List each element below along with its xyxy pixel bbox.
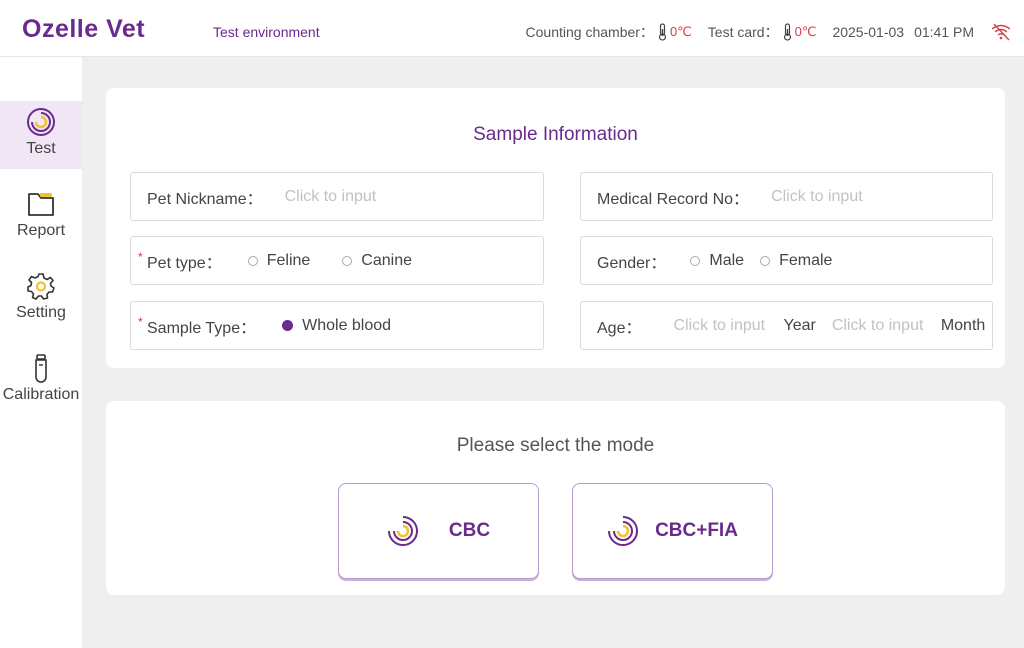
section-title: Sample Information [473, 124, 638, 145]
pet-nickname-input[interactable] [284, 187, 525, 206]
medical-record-field: Medical Record No： [580, 172, 993, 221]
current-date: 2025-01-03 [832, 24, 905, 40]
sidebar-item-calibration[interactable]: Calibration [0, 347, 82, 415]
gender-label: Gender： [597, 254, 667, 272]
pet-type-label: Pet type： [147, 254, 222, 272]
radio-label: Feline [266, 251, 311, 269]
sidebar-item-label: Setting [16, 304, 66, 321]
test-card-temp: 0℃ [794, 24, 817, 39]
sidebar-item-setting[interactable]: Setting [0, 265, 82, 333]
medical-record-input[interactable] [771, 187, 992, 206]
cbc-fia-ring-icon [607, 515, 639, 547]
mode-title: Please select the mode [456, 435, 655, 456]
sample-information-card: Sample Information Pet Nickname： Medical… [106, 88, 1005, 368]
folder-icon [26, 189, 56, 219]
age-month-unit: Month [940, 316, 986, 334]
pet-type-field: * Pet type： Feline Canine [130, 236, 544, 285]
app-logo: Ozelle Vet [22, 15, 146, 43]
gender-male-radio[interactable]: Male [690, 252, 744, 270]
radio-label: Canine [361, 251, 412, 269]
sample-type-field: * Sample Type： Whole blood [130, 301, 544, 350]
gear-icon [26, 271, 56, 301]
top-bar: Ozelle Vet Test environment Counting cha… [0, 0, 1024, 57]
sample-type-label: Sample Type： [147, 319, 257, 337]
radio-circle-selected [282, 320, 294, 331]
sidebar-item-report[interactable]: Report [0, 183, 82, 251]
required-marker: * [138, 315, 143, 329]
cbc-mode-button[interactable]: CBC [338, 483, 539, 579]
radio-circle [247, 255, 258, 266]
test-card-label: Test card： [707, 24, 779, 40]
mode-selection-card: Please select the mode CBC CBC+FIA [106, 401, 1005, 595]
pet-type-canine-radio[interactable]: Canine [342, 252, 412, 270]
pet-nickname-field: Pet Nickname： [130, 172, 544, 221]
radio-circle [342, 255, 353, 266]
thermometer-icon [658, 23, 667, 41]
age-month-input[interactable] [831, 316, 934, 335]
age-label: Age： [597, 319, 642, 337]
pet-nickname-label: Pet Nickname： [147, 190, 263, 208]
medical-record-label: Medical Record No： [597, 190, 750, 208]
test-ring-icon [26, 107, 56, 137]
cbc-fia-mode-button[interactable]: CBC+FIA [572, 483, 773, 579]
environment-label: Test environment [213, 24, 320, 40]
radio-label: Whole blood [302, 316, 392, 334]
radio-label: Female [779, 251, 833, 269]
mode-label: CBC+FIA [655, 520, 738, 541]
gender-female-radio[interactable]: Female [760, 252, 832, 270]
vial-icon [26, 353, 56, 383]
counting-chamber-temp: 0℃ [669, 24, 692, 39]
required-marker: * [138, 250, 143, 264]
current-time: 01:41 PM [914, 24, 974, 40]
sidebar-item-label: Test [26, 140, 56, 157]
pet-type-feline-radio[interactable]: Feline [247, 251, 311, 270]
radio-circle [760, 255, 771, 266]
sidebar-item-label: Calibration [2, 386, 80, 403]
sidebar-item-test[interactable]: Test [0, 101, 82, 169]
mode-label: CBC [448, 520, 491, 541]
counting-chamber-label: Counting chamber： [525, 24, 654, 40]
age-year-unit: Year [783, 316, 816, 334]
thermometer-icon [783, 23, 792, 41]
status-bar: Counting chamber： 0℃ Test card： 0℃ 2025-… [526, 22, 1012, 42]
wifi-off-icon[interactable] [990, 23, 1012, 41]
age-year-input[interactable] [673, 316, 776, 335]
sidebar-item-label: Report [16, 222, 66, 239]
age-field: Age： Year Month [580, 301, 993, 350]
gender-field: Gender： Male Female [580, 236, 993, 285]
cbc-ring-icon [387, 515, 419, 547]
radio-label: Male [709, 251, 745, 269]
sidebar-nav: Test Report Setting Calibration [0, 57, 82, 648]
sample-type-whole-blood-radio[interactable]: Whole blood [282, 317, 391, 335]
radio-circle [690, 255, 701, 266]
